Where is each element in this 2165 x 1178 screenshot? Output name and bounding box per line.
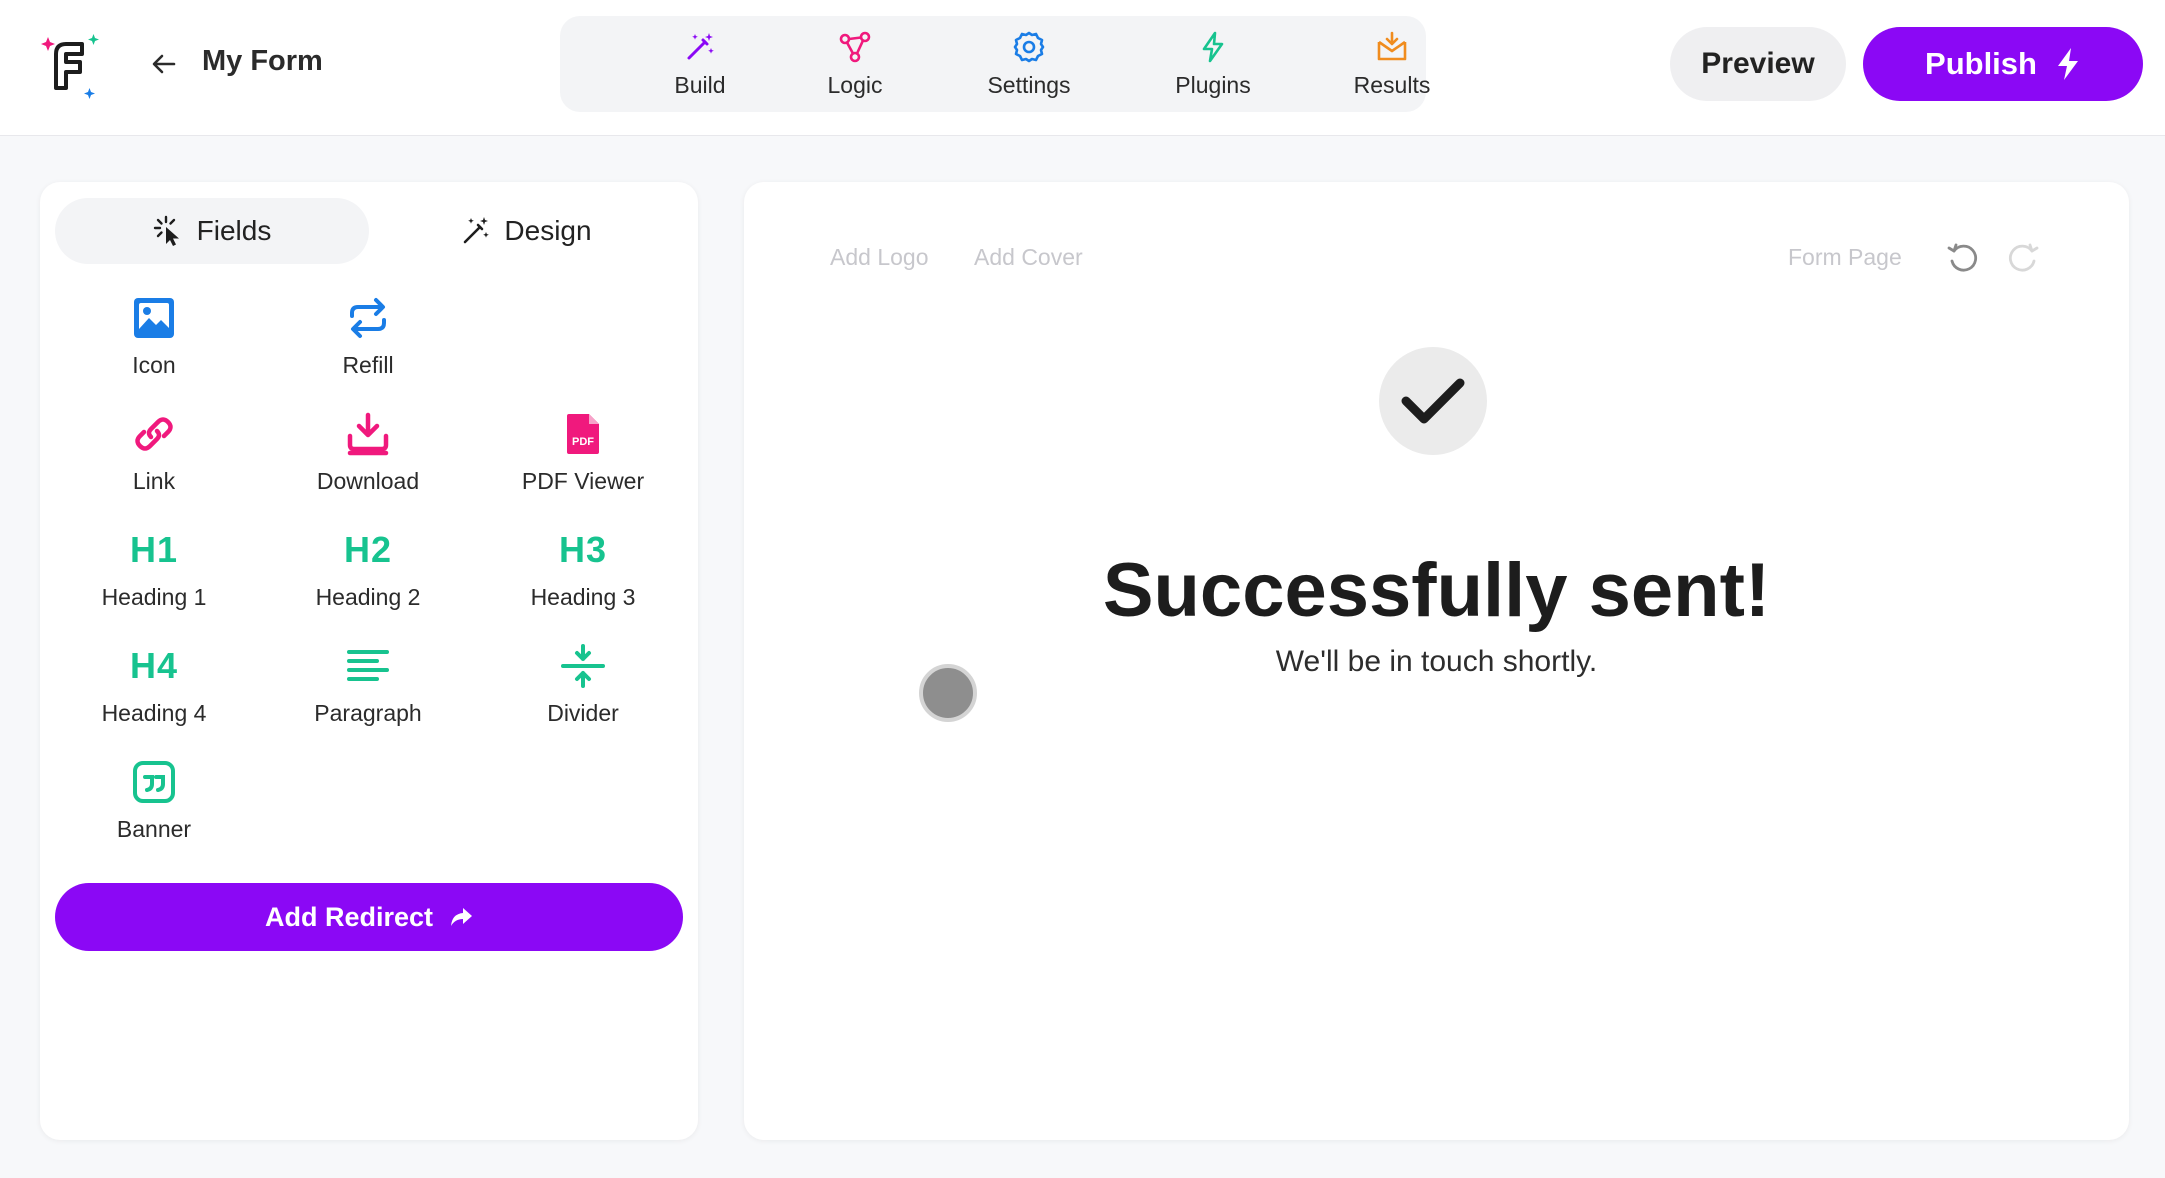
nav-settings-label: Settings (987, 72, 1071, 98)
field-icon[interactable]: Icon (54, 292, 254, 392)
field-banner-label: Banner (116, 816, 192, 842)
top-bar: My Form Build Logic Settings Plugins Res… (0, 0, 2165, 136)
add-logo-button[interactable]: Add Logo (830, 244, 928, 271)
pdf-file-icon: PDF (567, 414, 599, 454)
publish-button[interactable]: Publish (1863, 27, 2143, 101)
field-pdf-viewer[interactable]: PDF PDF Viewer (483, 408, 683, 508)
touch-cursor-indicator (919, 664, 977, 722)
field-paragraph-label: Paragraph (314, 700, 422, 726)
nav-results[interactable]: Results (1302, 16, 1482, 112)
success-title: Successfully sent! (1102, 548, 1771, 633)
form-page-button[interactable]: Form Page (1788, 244, 1902, 271)
field-download-label: Download (316, 468, 420, 494)
field-heading-2[interactable]: H2 Heading 2 (268, 524, 468, 624)
field-pdf-viewer-label: PDF Viewer (521, 468, 645, 494)
field-link-label: Link (132, 468, 176, 494)
magic-wand-icon (464, 217, 490, 244)
nav-results-label: Results (1353, 72, 1431, 98)
nav-build-label: Build (674, 72, 726, 98)
field-refill[interactable]: Refill (268, 292, 468, 392)
image-icon (134, 298, 174, 338)
h3-icon: H3 (558, 529, 608, 570)
download-icon (347, 412, 389, 456)
add-redirect-button[interactable]: Add Redirect (55, 883, 683, 951)
lightning-icon (2057, 48, 2078, 80)
field-icon-label: Icon (132, 352, 176, 378)
paragraph-icon (347, 650, 389, 681)
nav-logic[interactable]: Logic (765, 16, 945, 112)
field-banner[interactable]: Banner (54, 756, 254, 856)
field-heading-4[interactable]: H4 Heading 4 (54, 640, 254, 740)
back-arrow-icon[interactable] (148, 48, 180, 80)
success-check-badge (1379, 347, 1487, 455)
h1-icon: H1 (129, 529, 179, 570)
tab-fields[interactable]: Fields (55, 198, 369, 264)
repeat-icon (350, 298, 386, 338)
form-canvas: Add Logo Add Cover Form Page Successfull… (744, 182, 2129, 1140)
nav-logic-label: Logic (827, 72, 883, 98)
h2-icon: H2 (343, 529, 393, 570)
magic-wand-icon (687, 33, 714, 60)
add-cover-button[interactable]: Add Cover (974, 244, 1083, 271)
preview-button[interactable]: Preview (1670, 27, 1846, 101)
field-divider-label: Divider (547, 700, 619, 726)
field-heading-4-label: Heading 4 (101, 700, 207, 726)
field-link[interactable]: Link (54, 408, 254, 508)
app-logo-icon[interactable] (36, 30, 108, 102)
checkmark-icon (1401, 378, 1465, 424)
nav-plugins[interactable]: Plugins (1123, 16, 1303, 112)
field-heading-3[interactable]: H3 Heading 3 (483, 524, 683, 624)
field-divider[interactable]: Divider (483, 640, 683, 740)
quote-banner-icon (133, 761, 175, 803)
field-heading-1-label: Heading 1 (101, 584, 207, 610)
gear-icon (1013, 31, 1045, 63)
undo-icon[interactable] (1946, 242, 1980, 276)
tab-design[interactable]: Design (369, 198, 683, 264)
nav-settings[interactable]: Settings (939, 16, 1119, 112)
link-icon (135, 417, 173, 451)
lightning-icon (1202, 31, 1224, 63)
logic-graph-icon (839, 31, 871, 63)
field-heading-2-label: Heading 2 (315, 584, 421, 610)
panel-tabs: Fields Design (55, 198, 683, 264)
publish-label: Publish (1925, 46, 2037, 81)
nav-plugins-label: Plugins (1175, 72, 1251, 98)
fields-panel: Fields Design Icon Refill Link Download … (40, 182, 698, 1140)
add-redirect-label: Add Redirect (264, 901, 434, 932)
field-paragraph[interactable]: Paragraph (268, 640, 468, 740)
tab-fields-label: Fields (196, 215, 272, 246)
field-heading-3-label: Heading 3 (530, 584, 636, 610)
h4-icon: H4 (129, 645, 179, 686)
main-nav: Build Logic Settings Plugins Results (560, 16, 1430, 112)
pointer-click-icon (153, 215, 179, 246)
form-title[interactable]: My Form (202, 45, 323, 78)
redo-icon[interactable] (2006, 242, 2040, 276)
field-refill-label: Refill (342, 352, 394, 378)
nav-build[interactable]: Build (610, 16, 790, 112)
divider-icon (561, 644, 605, 688)
inbox-icon (1377, 31, 1407, 61)
share-arrow-icon (451, 908, 473, 926)
field-download[interactable]: Download (268, 408, 468, 508)
pdf-badge-text: PDF (572, 436, 594, 448)
tab-design-label: Design (504, 215, 592, 246)
field-heading-1[interactable]: H1 Heading 1 (54, 524, 254, 624)
